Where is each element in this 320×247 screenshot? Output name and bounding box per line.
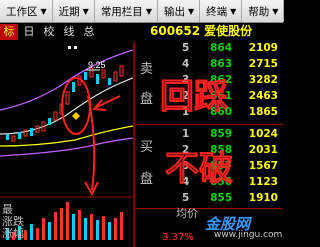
level: 1 — [182, 106, 190, 118]
buy-row: 5 855 1910 — [136, 192, 283, 207]
volume: 1567 — [248, 160, 278, 172]
book-divider — [136, 124, 283, 125]
volume: 2109 — [248, 42, 278, 54]
level: 2 — [182, 90, 190, 102]
volume: 1865 — [248, 106, 278, 118]
chevron-down-icon: ▼ — [145, 6, 152, 16]
toolbar-calibrate-button[interactable]: 校 — [40, 24, 58, 40]
price: 860 — [210, 106, 232, 118]
sell-row: 1 860 1865 — [136, 106, 283, 121]
book-divider — [136, 208, 283, 209]
price: 858 — [210, 144, 232, 156]
menu-output[interactable]: 输出 ▼ — [158, 0, 201, 22]
menu-bar: 工作区 ▼ 近期 ▼ 常用栏目 ▼ 输出 ▼ 终端 ▼ 帮助 ▼ — [0, 0, 285, 23]
level: 1 — [182, 128, 190, 140]
volume: 1910 — [248, 192, 278, 204]
toolbar-daily-button[interactable]: 日 — [20, 24, 38, 40]
price: 857 — [210, 160, 232, 172]
annotation-circle — [61, 77, 91, 135]
menu-label: 常用栏目 — [100, 5, 143, 18]
menu-label: 终端 — [206, 5, 228, 18]
chevron-down-icon: ▼ — [230, 6, 237, 16]
level: 2 — [182, 144, 190, 156]
volume: 1024 — [248, 128, 278, 140]
volume: 1123 — [248, 176, 278, 188]
level: 4 — [182, 176, 190, 188]
volume: 2463 — [248, 90, 278, 102]
level: 3 — [182, 74, 190, 86]
price: 855 — [210, 192, 232, 204]
price: 862 — [210, 74, 232, 86]
price: 863 — [210, 58, 232, 70]
stock-code: 600652 — [150, 24, 201, 38]
signal-marker — [72, 112, 80, 120]
toolbar-mark-button[interactable]: 标 — [0, 24, 18, 40]
buy-row: 2 858 2031 — [136, 144, 283, 159]
level: 3 — [182, 160, 190, 172]
level: 4 — [182, 58, 190, 70]
price: 859 — [210, 128, 232, 140]
menu-label: 帮助 — [248, 5, 270, 18]
level: 5 — [182, 192, 190, 204]
toolbar-line-button[interactable]: 线 — [60, 24, 78, 40]
volume: 2715 — [248, 58, 278, 70]
footer-stats: 最 涨跌 涨幅 — [2, 204, 24, 240]
toolbar-total-button[interactable]: 总 — [80, 24, 98, 40]
menu-recent[interactable]: 近期 ▼ — [53, 0, 95, 22]
sell-row: 5 864 2109 — [136, 42, 283, 57]
sell-row: 4 863 2715 — [136, 58, 283, 73]
sell-row: 3 862 3282 — [136, 74, 283, 89]
menu-common[interactable]: 常用栏目 ▼ — [95, 0, 158, 22]
chevron-down-icon: ▼ — [40, 6, 47, 16]
stock-name: 爱使股份 — [204, 24, 253, 38]
buy-row: 4 856 1123 — [136, 176, 283, 191]
menu-help[interactable]: 帮助 ▼ — [242, 0, 285, 22]
menu-workspace[interactable]: 工作区 ▼ — [0, 0, 53, 22]
sell-row: 2 861 2463 — [136, 90, 283, 105]
chevron-down-icon: ▼ — [187, 6, 195, 16]
panel-separator — [133, 42, 135, 247]
menu-label: 输出 — [163, 5, 185, 18]
chevron-down-icon: ▼ — [272, 6, 279, 16]
menu-label: 近期 — [58, 5, 80, 18]
volume: 3282 — [248, 74, 278, 86]
change-percent: 3.37% — [162, 232, 194, 243]
avg-price-label: 均价 — [176, 207, 198, 220]
level: 5 — [182, 42, 190, 54]
menu-label: 工作区 — [6, 5, 38, 18]
buy-row: 1 859 1024 — [136, 128, 283, 143]
price-label: 9.25 — [88, 60, 106, 70]
menu-terminal[interactable]: 终端 ▼ — [200, 0, 243, 22]
volume: 2031 — [248, 144, 278, 156]
price: 864 — [210, 42, 232, 54]
watermark-url: www.jingu.com — [214, 230, 283, 240]
footer-line: 涨幅 — [2, 227, 24, 240]
chevron-down-icon: ▼ — [82, 6, 89, 16]
buy-row: 3 857 1567 — [136, 160, 283, 175]
quote-header: 600652 爱使股份 — [150, 22, 252, 39]
price: 856 — [210, 176, 232, 188]
price: 861 — [210, 90, 232, 102]
